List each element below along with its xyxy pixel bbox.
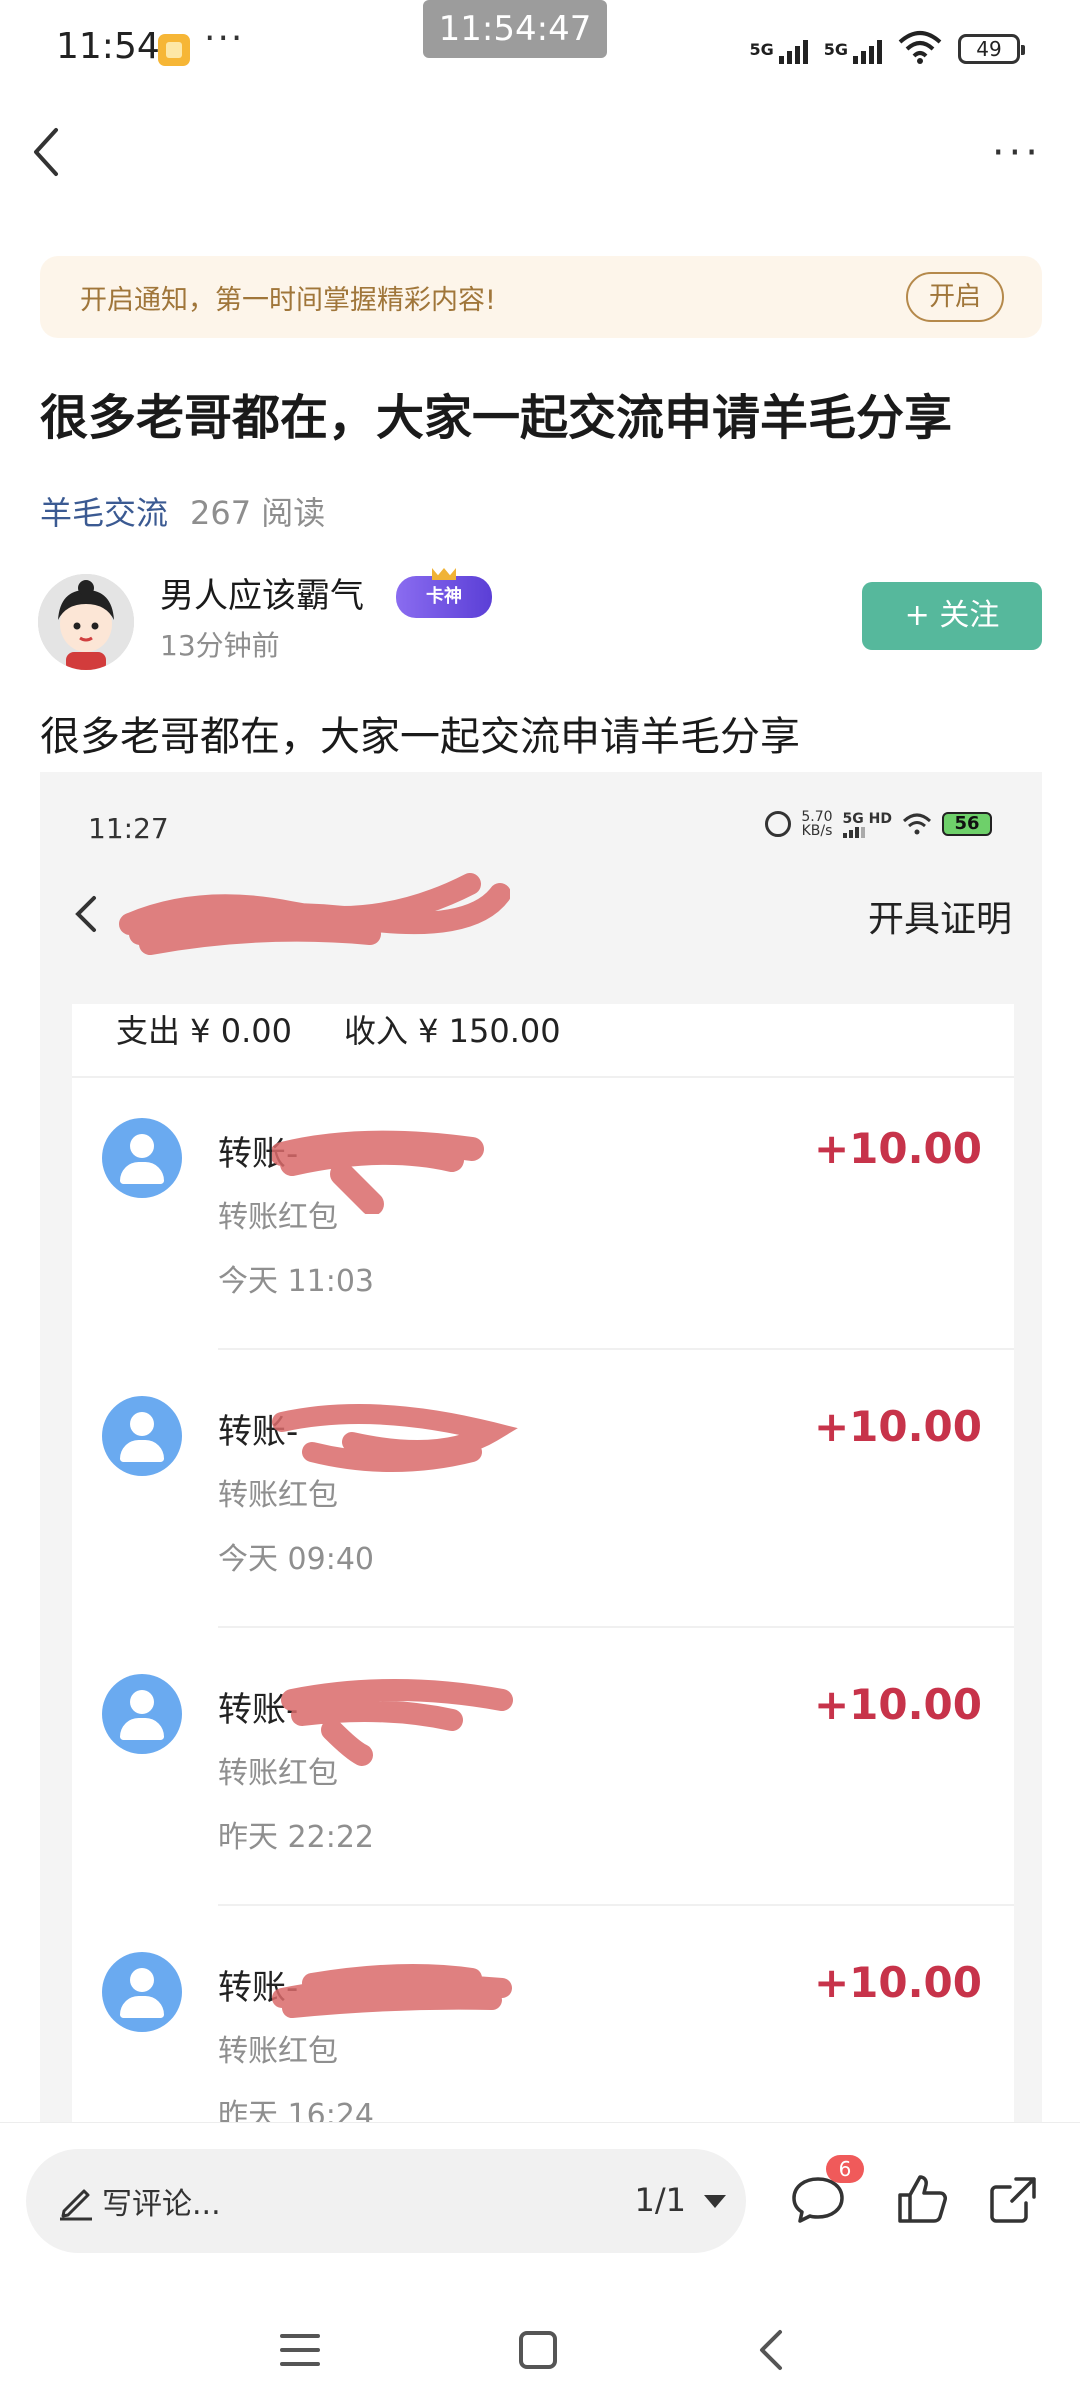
divider [218, 1348, 1014, 1350]
mini-battery-icon: 56 [942, 812, 992, 836]
transaction-time: 今天 11:03 [218, 1264, 374, 1299]
notification-banner: 开启通知，第一时间掌握精彩内容! 开启 [40, 256, 1042, 338]
bottom-action-bar: 写评论... 1/1 6 [0, 2122, 1080, 2292]
wifi-icon [898, 30, 942, 64]
pen-icon [60, 2189, 92, 2221]
transaction-amount: +10.00 [813, 1958, 982, 2007]
enable-notification-button[interactable]: 开启 [906, 272, 1004, 322]
post-meta: 羊毛交流 267 阅读 [40, 488, 325, 534]
topic-link[interactable]: 羊毛交流 [40, 494, 168, 532]
comment-input[interactable]: 写评论... 1/1 [26, 2149, 746, 2253]
more-options-icon[interactable]: ··· [992, 130, 1042, 176]
post-body: 很多老哥都在，大家一起交流申请羊毛分享 [40, 714, 800, 760]
status-bar: 11:54 ··· 11:54:47 5G 5G 49 [0, 0, 1080, 96]
status-icons: 5G 5G 49 [749, 30, 1025, 64]
post-time: 13分钟前 [160, 629, 280, 662]
mini-signal-icon [842, 826, 892, 838]
transaction-amount: +10.00 [813, 1402, 982, 1451]
comment-placeholder: 写评论... [102, 2187, 221, 2222]
system-navigation-bar [0, 2292, 1080, 2400]
summary-row: 支出 ¥ 0.00 收入 ¥ 150.00 [116, 1006, 561, 1052]
image-status-time: 11:27 [88, 812, 169, 845]
speed-value: 5.70 [801, 809, 833, 825]
transaction-type: 转账红包 [218, 1200, 338, 1235]
transaction-time: 昨天 16:24 [218, 2098, 374, 2122]
divider [218, 1626, 1014, 1628]
user-avatar-icon [102, 1952, 182, 2032]
signal-label-2: 5G [823, 40, 848, 59]
image-status-bar: 11:27 5.70 KB/s 5G HD 56 [40, 772, 1042, 858]
screenshot-timestamp: 11:54:47 [423, 0, 607, 58]
user-avatar-icon [102, 1118, 182, 1198]
speed-unit: KB/s [801, 823, 833, 839]
notification-app-icon [158, 34, 190, 66]
divider [218, 1904, 1014, 1906]
transaction-amount: +10.00 [813, 1680, 982, 1729]
author-badge: 卡神 [396, 576, 492, 618]
follow-button[interactable]: + 关注 [862, 582, 1042, 650]
mini-wifi-icon [902, 813, 932, 835]
battery-icon: 49 [958, 34, 1025, 64]
income-total: 收入 ¥ 150.00 [343, 1012, 561, 1050]
comment-count-badge: 6 [826, 2155, 864, 2183]
transaction-type: 转账红包 [218, 1478, 338, 1513]
page-indicator[interactable]: 1/1 [635, 2181, 687, 2219]
transaction-row: 转账- 转账红包 昨天 22:22 +10.00 [72, 1634, 1014, 1906]
net-type: 5G HD [842, 810, 892, 838]
like-icon[interactable] [894, 2171, 950, 2227]
alarm-icon [765, 811, 792, 837]
post-title: 很多老哥都在，大家一起交流申请羊毛分享 [40, 390, 953, 446]
transaction-type: 转账红包 [218, 2034, 338, 2069]
user-avatar-icon [102, 1674, 182, 1754]
caret-down-icon[interactable] [704, 2195, 726, 2208]
author-avatar[interactable] [38, 574, 134, 670]
transaction-row: 转账- 转账红包 今天 09:40 +10.00 [72, 1356, 1014, 1628]
post-image[interactable]: 11:27 5.70 KB/s 5G HD 56 开具证明 支出 ¥ 0.00 收入… [40, 772, 1042, 2122]
read-count: 267 阅读 [190, 494, 326, 532]
image-back-icon [66, 884, 106, 944]
transaction-row: 转账- 转账红包 昨天 16:24 +10.00 [72, 1912, 1014, 2122]
author-name[interactable]: 男人应该霸气 [160, 568, 364, 617]
transaction-type: 转账红包 [218, 1756, 338, 1791]
status-time: 11:54 [56, 26, 160, 67]
net-speed: 5.70 KB/s [801, 810, 832, 838]
net-label: 5G HD [842, 810, 892, 827]
share-icon[interactable] [986, 2171, 1042, 2227]
expense-total: 支出 ¥ 0.00 [116, 1012, 292, 1050]
signal-icon-2: 5G [824, 40, 882, 64]
transaction-amount: +10.00 [813, 1124, 982, 1173]
notification-text: 开启通知，第一时间掌握精彩内容! [80, 285, 496, 316]
signal-icon: 5G [749, 40, 808, 64]
transaction-time: 昨天 22:22 [218, 1820, 374, 1855]
menu-icon[interactable] [280, 2332, 320, 2368]
certificate-action: 开具证明 [867, 899, 1012, 940]
transaction-time: 今天 09:40 [218, 1542, 374, 1577]
home-icon[interactable] [518, 2330, 558, 2370]
user-avatar-icon [102, 1396, 182, 1476]
back-icon[interactable] [22, 122, 72, 182]
signal-label: 5G [749, 40, 774, 59]
transaction-row: 转账- 转账红包 今天 11:03 +10.00 [72, 1078, 1014, 1350]
image-status-icons: 5.70 KB/s 5G HD 56 [765, 810, 992, 838]
transaction-card: 支出 ¥ 0.00 收入 ¥ 150.00 转账- 转账红包 今天 11:03 +… [72, 1004, 1014, 2122]
more-notifications-icon: ··· [204, 18, 245, 59]
back-nav-icon[interactable] [756, 2328, 786, 2372]
redaction-scribble [119, 873, 510, 955]
